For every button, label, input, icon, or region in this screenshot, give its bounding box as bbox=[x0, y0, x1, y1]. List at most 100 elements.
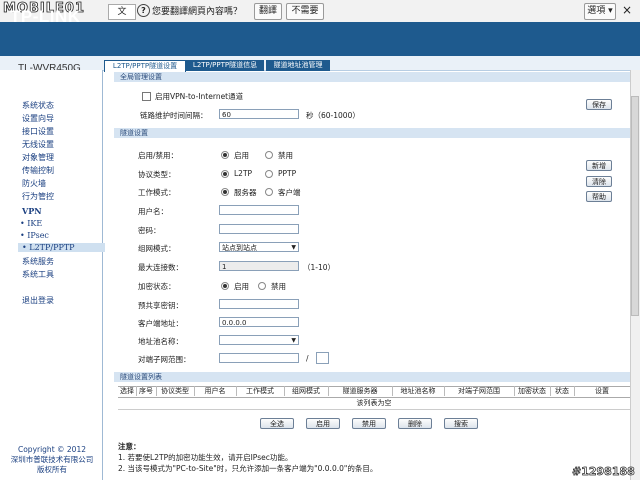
sidebar-item-status[interactable]: 系统状态 bbox=[22, 100, 54, 111]
encrypt-on-radio[interactable] bbox=[221, 282, 229, 290]
sidebar-item-logout[interactable]: 退出登录 bbox=[22, 295, 54, 306]
tab-tunnel-info[interactable]: L2TP/PPTP隧道信息 bbox=[186, 60, 264, 71]
sidebar-item-behavior[interactable]: 行为管控 bbox=[22, 191, 54, 202]
col-subnet: 对端子网范围 bbox=[444, 386, 515, 396]
protocol-pptp-radio[interactable] bbox=[265, 170, 273, 178]
protocol-label: 协议类型： bbox=[138, 170, 176, 179]
client-addr-label: 客户端地址： bbox=[138, 319, 183, 328]
network-mode-label: 组网模式： bbox=[138, 244, 176, 253]
col-select: 选择 bbox=[118, 386, 137, 396]
translate-message: 您要翻譯網頁內容嗎？ bbox=[152, 7, 243, 17]
sidebar-item-wireless[interactable]: 无线设置 bbox=[22, 139, 54, 150]
chevron-down-icon: ▼ bbox=[291, 337, 296, 344]
sidebar-item-objects[interactable]: 对象管理 bbox=[22, 152, 54, 163]
note-line: 1. 若要使L2TP的加密功能生效，请开启IPsec功能。 bbox=[118, 453, 293, 462]
help-button[interactable]: 帮助 bbox=[586, 191, 612, 202]
col-network-mode: 组网模式 bbox=[284, 386, 329, 396]
pool-label: 地址池名称： bbox=[138, 337, 183, 346]
select-all-button[interactable]: 全选 bbox=[260, 418, 294, 429]
mode-server-label: 服务器 bbox=[234, 188, 257, 197]
protocol-l2tp-label: L2TP bbox=[234, 169, 253, 178]
mode-label: 工作模式： bbox=[138, 188, 176, 197]
col-encrypt: 加密状态 bbox=[514, 386, 551, 396]
section-global: 全局管理设置 bbox=[114, 72, 630, 82]
col-username: 用户名 bbox=[194, 386, 237, 396]
sidebar-item-services[interactable]: 系统服务 bbox=[22, 256, 54, 267]
max-conn-range: （1-10） bbox=[303, 263, 336, 272]
subnet-separator: / bbox=[306, 354, 309, 363]
sidebar-item-ipsec[interactable]: • IPsec bbox=[20, 231, 49, 240]
enable-off-radio[interactable] bbox=[265, 151, 273, 159]
image-watermark: #1298188 bbox=[572, 465, 635, 479]
scrollbar-thumb[interactable] bbox=[631, 96, 639, 316]
sidebar-item-vpn[interactable]: VPN bbox=[22, 206, 42, 216]
sidebar-item-wizard[interactable]: 设置向导 bbox=[22, 113, 54, 124]
header bbox=[0, 22, 640, 56]
enable-label: 启用/禁用： bbox=[138, 151, 179, 160]
remote-subnet-mask-input[interactable] bbox=[316, 352, 329, 364]
pool-select[interactable]: ▼ bbox=[219, 335, 299, 345]
encrypt-on-label: 启用 bbox=[234, 282, 249, 291]
protocol-l2tp-radio[interactable] bbox=[221, 170, 229, 178]
logo: TP-LINK bbox=[10, 7, 81, 26]
sidebar-item-interface[interactable]: 接口设置 bbox=[22, 126, 54, 137]
notes: 注意： 1. 若要使L2TP的加密功能生效，请开启IPsec功能。 2. 当该号… bbox=[118, 441, 377, 474]
sidebar-item-tools[interactable]: 系统工具 bbox=[22, 269, 54, 280]
psk-input[interactable] bbox=[219, 299, 299, 309]
notes-title: 注意： bbox=[118, 442, 141, 451]
delete-button[interactable]: 删除 bbox=[398, 418, 432, 429]
translate-button[interactable]: 翻譯 bbox=[254, 3, 282, 20]
max-conn-input[interactable]: 1 bbox=[219, 261, 299, 271]
table-empty-row: 该列表为空 bbox=[118, 398, 630, 410]
add-button[interactable]: 新增 bbox=[586, 160, 612, 171]
col-mode: 工作模式 bbox=[236, 386, 285, 396]
col-server: 隧道服务器 bbox=[328, 386, 393, 396]
enable-off-label: 禁用 bbox=[278, 151, 293, 160]
psk-label: 预共享密钥： bbox=[138, 301, 183, 310]
sidebar-item-ike[interactable]: • IKE bbox=[20, 219, 42, 228]
col-settings: 设置 bbox=[595, 387, 609, 395]
language-icon[interactable]: 文 bbox=[108, 4, 136, 20]
keepalive-label: 链路维护时间间隔： bbox=[140, 111, 208, 120]
col-protocol: 协议类型 bbox=[156, 386, 195, 396]
tab-address-pool[interactable]: 隧道地址池管理 bbox=[266, 60, 330, 71]
sidebar-item-transfer[interactable]: 传输控制 bbox=[22, 165, 54, 176]
col-status: 状态 bbox=[550, 386, 575, 396]
save-button[interactable]: 保存 bbox=[586, 99, 612, 110]
col-index: 序号 bbox=[136, 386, 157, 396]
disable-button[interactable]: 禁用 bbox=[352, 418, 386, 429]
enable-on-radio[interactable] bbox=[221, 151, 229, 159]
chevron-down-icon: ▼ bbox=[291, 244, 296, 251]
username-label: 用户名： bbox=[138, 207, 168, 216]
protocol-pptp-label: PPTP bbox=[278, 169, 297, 178]
password-label: 密码： bbox=[138, 226, 161, 235]
options-button[interactable]: 選項 ▾ bbox=[584, 3, 616, 20]
keepalive-input[interactable]: 60 bbox=[219, 109, 299, 119]
section-tunnel: 隧道设置 bbox=[114, 128, 630, 138]
password-input[interactable] bbox=[219, 224, 299, 234]
max-conn-label: 最大连接数： bbox=[138, 263, 183, 272]
client-addr-input[interactable]: 0.0.0.0 bbox=[219, 317, 299, 327]
no-translate-button[interactable]: 不需要 bbox=[286, 3, 324, 20]
sidebar-item-l2tp[interactable]: • L2TP/PPTP bbox=[18, 243, 105, 252]
section-list: 隧道设置列表 bbox=[114, 372, 630, 382]
mode-client-label: 客户端 bbox=[278, 188, 301, 197]
sidebar-item-firewall[interactable]: 防火墙 bbox=[22, 178, 46, 189]
username-input[interactable] bbox=[219, 205, 299, 215]
encrypt-off-radio[interactable] bbox=[258, 282, 266, 290]
close-icon[interactable]: × bbox=[622, 3, 632, 17]
clear-button[interactable]: 清除 bbox=[586, 176, 612, 187]
enable-vpn-label: 启用VPN-to-Internet通道 bbox=[155, 92, 244, 101]
copyright: Copyright © 2012 深圳市普联技术有限公司 版权所有 bbox=[10, 445, 94, 474]
enable-vpn-checkbox[interactable] bbox=[142, 92, 151, 101]
info-icon: ? bbox=[137, 4, 150, 17]
mode-server-radio[interactable] bbox=[221, 188, 229, 196]
network-mode-select[interactable]: 站点到站点 ▼ bbox=[219, 242, 299, 252]
remote-subnet-ip-input[interactable] bbox=[219, 353, 299, 363]
search-button[interactable]: 搜索 bbox=[444, 418, 478, 429]
col-pool: 地址池名称 bbox=[392, 386, 445, 396]
mode-client-radio[interactable] bbox=[265, 188, 273, 196]
tab-tunnel-settings[interactable]: L2TP/PPTP隧道设置 bbox=[104, 60, 186, 72]
remote-subnet-label: 对端子网范围： bbox=[138, 355, 191, 364]
enable-button[interactable]: 启用 bbox=[306, 418, 340, 429]
